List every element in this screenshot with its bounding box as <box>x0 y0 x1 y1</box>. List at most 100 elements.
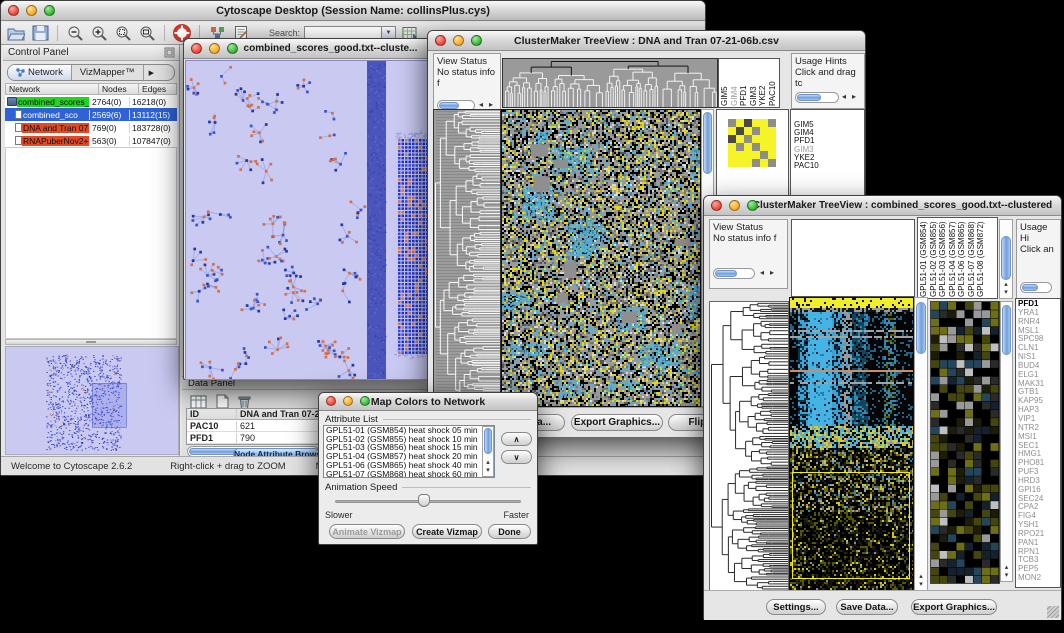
usage-hints-scrollbar[interactable] <box>795 92 839 103</box>
panel-divider-handle[interactable] <box>5 339 177 345</box>
scroll-up-icon[interactable]: ▴ <box>1000 281 1012 289</box>
zoomed-heatmap-canvas[interactable] <box>930 301 1000 584</box>
tab-network[interactable]: Network <box>8 65 72 80</box>
save-icon[interactable] <box>30 24 50 42</box>
heatmap-canvas[interactable] <box>501 109 701 407</box>
heatmap-canvas[interactable] <box>789 297 914 591</box>
scrollbar-thumb[interactable] <box>484 428 492 454</box>
scroll-down-icon[interactable]: ▾ <box>1001 572 1012 580</box>
save-data-button[interactable]: Save Data... <box>836 599 898 615</box>
export-graphics-button[interactable]: Export Graphics... <box>911 599 997 615</box>
minimize-icon[interactable] <box>26 5 37 16</box>
main-title-bar[interactable]: Cytoscape Desktop (Session Name: collins… <box>1 1 705 21</box>
column-id[interactable]: ID <box>187 409 237 419</box>
gene-labels-list[interactable]: PFD1YRA1RNR4MSL1SPC98CLN1NIS1BUD4ELG1MAK… <box>1015 298 1061 588</box>
scroll-left-icon[interactable]: ◂ <box>760 267 764 278</box>
scroll-up-icon[interactable]: ▴ <box>915 573 927 581</box>
usage-hints-line1: Usage Hi <box>1020 222 1057 244</box>
up-arrow-icon: ∧ <box>514 435 520 444</box>
birdseye-view-canvas[interactable] <box>5 346 179 455</box>
column-label: GPL51-01 (GSM854) <box>919 217 929 297</box>
close-icon[interactable] <box>326 396 336 406</box>
scroll-up-icon[interactable]: ▴ <box>1001 564 1012 572</box>
treeview2-title-bar[interactable]: ClusterMaker TreeView : combined_scores_… <box>704 196 1061 216</box>
zoom-icon[interactable] <box>471 35 482 46</box>
close-icon[interactable] <box>8 5 19 16</box>
attribute-list-item[interactable]: GPL51-07 (GSM868) heat shock 60 min <box>324 470 494 478</box>
scrollbar-thumb[interactable] <box>916 302 926 354</box>
close-icon[interactable] <box>435 35 446 46</box>
heatmap-vscrollbar[interactable]: ▴ ▾ <box>914 297 928 591</box>
scroll-right-icon[interactable]: ▸ <box>852 91 856 102</box>
search-label: Search: <box>269 28 300 38</box>
usage-hints-scrollbar[interactable] <box>1020 282 1052 293</box>
scroll-up-icon[interactable]: ▴ <box>483 459 493 467</box>
settings-button[interactable]: Settings... <box>766 599 826 615</box>
move-up-button[interactable]: ∧ <box>501 432 532 446</box>
row-dendrogram-canvas[interactable] <box>709 301 789 591</box>
zoom-selected-icon[interactable] <box>113 24 133 42</box>
export-graphics-button[interactable]: Export Graphics... <box>571 414 663 431</box>
network-list-row[interactable]: DNA and Tran 07769(0)183728(0) <box>5 121 177 134</box>
attribute-list-scrollbar[interactable]: ▴ ▾ <box>482 426 494 477</box>
tab-overflow-button[interactable]: ▶ <box>144 65 159 80</box>
slider-thumb[interactable] <box>418 494 430 507</box>
network-list-row[interactable]: combined_sco2569(6)13112(15) <box>5 108 177 121</box>
network-list-row[interactable]: combined_scores_2764(0)16218(0) <box>5 95 177 108</box>
open-icon[interactable] <box>6 24 26 42</box>
view-status-scrollbar[interactable] <box>713 268 755 279</box>
gene-label[interactable]: MON2 <box>1018 574 1058 583</box>
network-window-title-bar[interactable]: combined_scores_good.txt--cluste... <box>184 39 431 59</box>
minimize-icon[interactable] <box>209 43 220 54</box>
zoom-icon[interactable] <box>227 43 238 54</box>
similarity-matrix-canvas[interactable] <box>728 119 776 167</box>
zoom-in-icon[interactable] <box>89 24 109 42</box>
scroll-down-icon[interactable]: ▾ <box>483 467 493 475</box>
column-network[interactable]: Network <box>5 83 99 95</box>
zoom-icon[interactable] <box>747 200 758 211</box>
scroll-down-icon[interactable]: ▾ <box>915 581 927 589</box>
nodes-count: 2764(0) <box>89 97 129 107</box>
float-panel-icon[interactable] <box>164 47 175 61</box>
column-label: GIM3 <box>749 60 759 106</box>
tab-vizmapper[interactable]: VizMapper™ <box>72 65 144 80</box>
scroll-down-icon[interactable]: ▾ <box>1000 289 1012 297</box>
network-list-whitespace <box>5 147 177 339</box>
move-down-button[interactable]: ∨ <box>501 450 532 464</box>
network-table-header: Network Nodes Edges <box>5 83 177 95</box>
zoomed-heatmap-vscrollbar[interactable]: ▴ ▾ <box>1000 301 1013 582</box>
minimize-icon[interactable] <box>343 396 353 406</box>
column-nodes[interactable]: Nodes <box>99 83 139 95</box>
scrollbar-thumb[interactable] <box>1001 236 1011 280</box>
scrollbar-thumb[interactable] <box>703 112 712 174</box>
done-button[interactable]: Done <box>488 524 531 539</box>
close-icon[interactable] <box>191 43 202 54</box>
zoom-icon[interactable] <box>360 396 370 406</box>
minimize-icon[interactable] <box>453 35 464 46</box>
network-list: combined_scores_2764(0)16218(0)combined_… <box>5 95 177 147</box>
scrollbar-thumb[interactable] <box>1002 305 1011 355</box>
network-list-row[interactable]: RNAPuberNov2+!563(0)107847(0) <box>5 134 177 147</box>
column-edges[interactable]: Edges <box>139 83 177 95</box>
treeview1-title-bar[interactable]: ClusterMaker TreeView : DNA and Tran 07-… <box>428 31 865 51</box>
column-labels-vscrollbar[interactable]: ▴ ▾ <box>999 219 1013 299</box>
network-canvas[interactable] <box>185 60 432 380</box>
create-vizmap-button[interactable]: Create Vizmap <box>412 524 482 539</box>
column-dendrogram-canvas[interactable] <box>502 58 718 108</box>
attribute-list[interactable]: GPL51-01 (GSM854) heat shock 05 minGPL51… <box>323 425 495 478</box>
control-panel-title: Control Panel <box>8 47 69 58</box>
save-data-label: Save Data... <box>840 602 893 613</box>
row-dendrogram-canvas[interactable] <box>433 109 501 407</box>
zoom-fit-icon[interactable] <box>137 24 157 42</box>
dialog-title-bar[interactable]: Map Colors to Network <box>319 393 537 411</box>
resize-grip[interactable] <box>1047 606 1059 618</box>
nodes-count: 769(0) <box>89 123 129 133</box>
close-icon[interactable] <box>711 200 722 211</box>
zoom-out-icon[interactable] <box>65 24 85 42</box>
scroll-left-icon[interactable]: ◂ <box>842 91 846 102</box>
zoom-icon[interactable] <box>44 5 55 16</box>
animate-vizmap-button[interactable]: Animate Vizmap <box>329 524 405 539</box>
scroll-right-icon[interactable]: ▸ <box>770 267 774 278</box>
minimize-icon[interactable] <box>729 200 740 211</box>
edges-count: 16218(0) <box>129 97 177 107</box>
